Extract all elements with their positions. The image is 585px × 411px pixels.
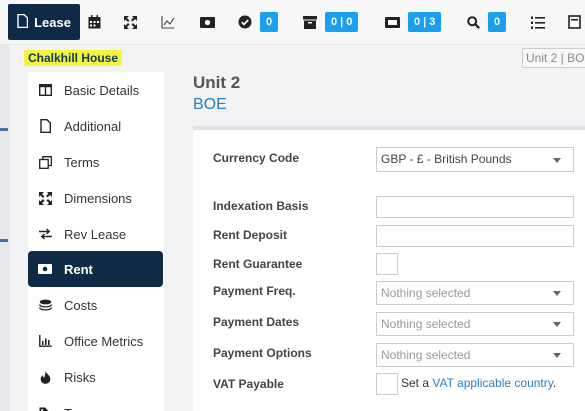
rent-deposit-input[interactable] (376, 225, 574, 247)
calendar-button[interactable] (88, 10, 101, 34)
calendar-icon (88, 15, 101, 29)
unit-subtitle: BOE (193, 96, 227, 113)
payment-dates-label: Payment Dates (213, 315, 300, 329)
money-icon (200, 16, 215, 28)
sticky-note-icon (568, 15, 581, 29)
archive-count-badge: 0 | 0 (325, 12, 359, 32)
check-circle-icon (238, 15, 252, 29)
sidebar-item-label: Basic Details (64, 82, 140, 98)
sidebar-item-rent[interactable]: Rent (28, 251, 163, 287)
indexation-basis-label: Indexation Basis (213, 199, 309, 213)
currency-code-value: GBP - £ - British Pounds (381, 152, 512, 166)
search-count-badge: 0 (488, 12, 507, 32)
sidebar-item-label: Terms (64, 154, 100, 170)
dimensions-button[interactable] (124, 10, 137, 34)
sidebar-item-basic-details[interactable]: Basic Details (28, 72, 163, 108)
ordered-list-icon (531, 16, 545, 29)
lease-tab[interactable]: Lease (8, 4, 80, 40)
contacts-button[interactable]: 0 (238, 10, 279, 34)
property-name-badge[interactable]: Chalkhill House (24, 50, 123, 66)
lease-tab-label: Lease (34, 14, 71, 30)
sidebar-item-office-metrics[interactable]: Office Metrics (28, 323, 163, 359)
vat-country-link[interactable]: VAT applicable country (432, 376, 553, 390)
chart-icon (38, 334, 52, 348)
archive-button[interactable]: 0 | 0 (303, 10, 359, 34)
vat-payable-hint: Set a VAT applicable country. (401, 376, 556, 390)
vat-hint-prefix: Set a (401, 376, 433, 390)
sidebar-item-label: Dimensions (64, 190, 132, 206)
sidebar-item-label: Costs (64, 297, 98, 313)
sidebar-item-terms[interactable]: Terms (28, 144, 163, 180)
exchange-icon (38, 227, 52, 241)
payment-dates-placeholder: Nothing selected (381, 317, 471, 331)
columns-icon (38, 83, 52, 97)
left-edge-strip (0, 44, 10, 411)
chevron-down-icon (553, 291, 561, 296)
payment-options-select[interactable]: Nothing selected (376, 343, 574, 367)
copy-icon (38, 155, 52, 169)
expand-icon (124, 15, 137, 29)
rent-guarantee-label: Rent Guarantee (213, 257, 303, 271)
expand-icon (38, 191, 52, 205)
ticket-icon (385, 16, 400, 28)
sidebar-item-rev-lease[interactable]: Rev Lease (28, 216, 163, 252)
archive-icon (303, 15, 317, 29)
tasks-count-badge: 0 | 3 (408, 12, 442, 32)
vat-payable-checkbox[interactable] (376, 373, 398, 395)
document-icon (17, 13, 29, 31)
unit-title: Unit 2 (193, 73, 241, 92)
payment-options-placeholder: Nothing selected (381, 348, 471, 362)
payment-freq-placeholder: Nothing selected (381, 286, 471, 300)
flame-icon (38, 370, 52, 384)
tag-icon (38, 406, 52, 411)
sidebar-item-risks[interactable]: Risks (28, 359, 163, 395)
vat-hint-suffix: . (552, 376, 557, 390)
payment-freq-label: Payment Freq. (213, 284, 296, 298)
rent-deposit-label: Rent Deposit (213, 228, 288, 242)
payment-options-label: Payment Options (213, 346, 312, 360)
sidebar-item-additional[interactable]: Additional (28, 108, 163, 144)
edge-marker (0, 239, 8, 242)
search-button[interactable]: 0 (467, 10, 507, 34)
unit-breadcrumb[interactable]: Unit 2 | BOE (522, 48, 585, 68)
indexation-basis-input[interactable] (376, 196, 574, 218)
payment-dates-select[interactable]: Nothing selected (376, 312, 574, 336)
sidebar-item-costs[interactable]: Costs (28, 287, 163, 323)
tasks-button[interactable]: 0 | 3 (385, 10, 442, 34)
sidebar-nav: Basic Details Additional Terms Dimension… (28, 72, 164, 411)
top-toolbar: Lease 0 0 | 0 0 | 3 0 (0, 0, 585, 45)
chevron-down-icon (553, 353, 561, 358)
rent-guarantee-checkbox[interactable] (376, 253, 398, 275)
sidebar-item-partial[interactable]: T (28, 395, 163, 411)
sidebar-item-label: Rent (64, 261, 93, 277)
chevron-down-icon (553, 322, 561, 327)
currency-code-label: Currency Code (213, 151, 300, 165)
document-icon (38, 119, 52, 133)
vat-payable-label: VAT Payable (213, 377, 284, 391)
money-icon (38, 262, 52, 276)
sidebar-item-label: Risks (64, 369, 96, 385)
line-chart-icon (161, 15, 175, 29)
payment-freq-select[interactable]: Nothing selected (376, 281, 574, 305)
sidebar-item-dimensions[interactable]: Dimensions (28, 180, 163, 216)
coins-icon (38, 298, 52, 312)
search-icon (467, 15, 480, 29)
currency-code-select[interactable]: GBP - £ - British Pounds (376, 147, 574, 172)
sidebar-item-label: Additional (64, 118, 122, 134)
chevron-down-icon (553, 158, 561, 163)
edge-marker (0, 128, 8, 131)
sidebar-item-label: T (64, 406, 72, 411)
sidebar-item-label: Office Metrics (64, 333, 144, 349)
analytics-button[interactable] (161, 10, 175, 34)
sidebar-item-label: Rev Lease (64, 226, 127, 242)
list-button[interactable] (531, 10, 545, 34)
contacts-count-badge: 0 (260, 12, 279, 32)
rent-button[interactable] (200, 10, 215, 34)
note-button[interactable] (568, 10, 581, 34)
